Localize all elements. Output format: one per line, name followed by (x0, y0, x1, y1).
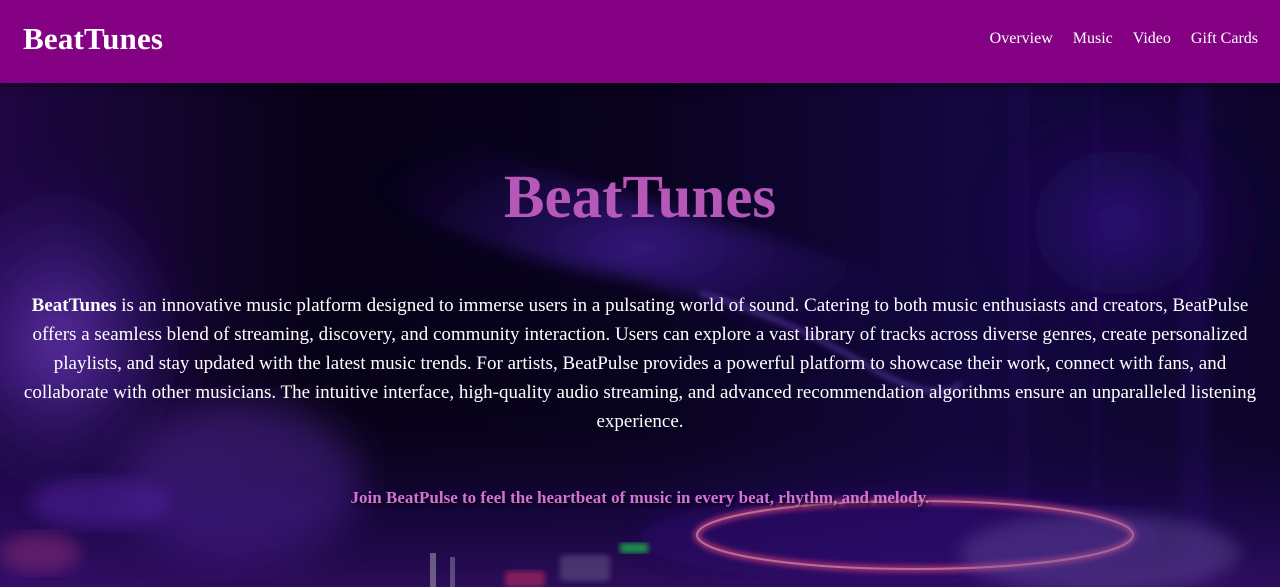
hero-tagline: Join BeatPulse to feel the heartbeat of … (350, 488, 930, 507)
nav-link-overview[interactable]: Overview (990, 29, 1053, 49)
site-header: BeatTunes Overview Music Video Gift Card… (0, 0, 1280, 83)
main-nav: Overview Music Video Gift Cards (990, 29, 1258, 49)
page: BeatTunes Overview Music Video Gift Card… (0, 0, 1280, 587)
nav-link-music[interactable]: Music (1073, 29, 1113, 49)
nav-link-gift-cards[interactable]: Gift Cards (1191, 29, 1258, 49)
hero-description-text: is an innovative music platform designed… (23, 295, 1257, 432)
hero-content: BeatTunes BeatTunes is an innovative mus… (0, 83, 1280, 587)
hero-description-brand: BeatTunes (31, 295, 117, 316)
nav-link-video[interactable]: Video (1133, 29, 1171, 49)
site-logo[interactable]: BeatTunes (23, 19, 163, 59)
hero-description: BeatTunes is an innovative music platfor… (20, 291, 1260, 436)
hero-title: BeatTunes (503, 164, 777, 231)
hero-section: BeatTunes BeatTunes is an innovative mus… (0, 83, 1280, 587)
